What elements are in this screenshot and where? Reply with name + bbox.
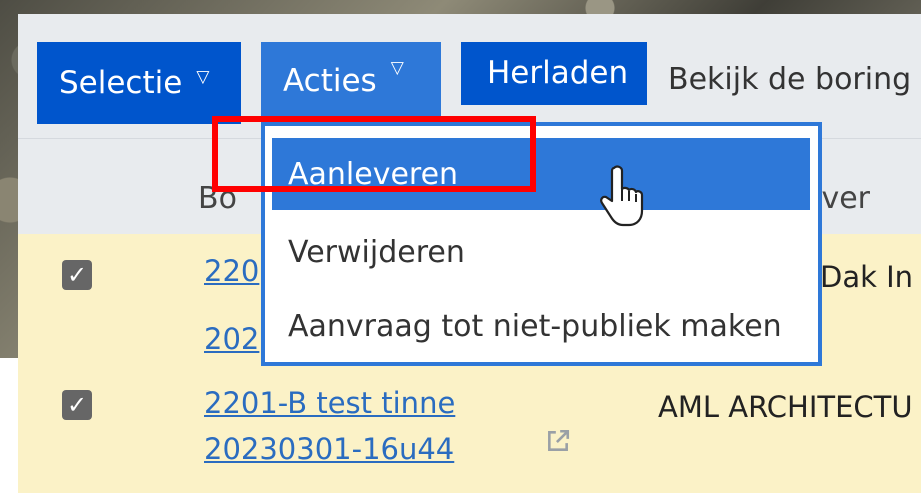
external-link-icon[interactable] bbox=[545, 428, 571, 454]
selectie-label: Selectie bbox=[59, 64, 183, 101]
boring-link[interactable]: 2201-B test tinne 20230301-16u44 bbox=[204, 380, 455, 472]
app-panel: Selectie ▽ Acties ▽ Herladen Bekijk de b… bbox=[18, 14, 921, 493]
menu-item-verwijderen[interactable]: Verwijderen bbox=[265, 216, 818, 288]
info-text: Bekijk de boring bbox=[668, 62, 912, 97]
selectie-button[interactable]: Selectie ▽ bbox=[37, 42, 241, 124]
herladen-label: Herladen bbox=[487, 55, 629, 91]
row-leverancier: AML ARCHITECTU bbox=[658, 390, 913, 424]
link-line: 2201-B test tinne bbox=[204, 386, 456, 420]
caret-down-icon: ▽ bbox=[390, 58, 404, 78]
acties-label: Acties bbox=[283, 63, 377, 99]
link-line: 20230301-16u44 bbox=[204, 432, 455, 466]
table-row: ✓ 2201-B test tinne 20230301-16u44 AML A… bbox=[18, 372, 921, 493]
hand-pointer-cursor bbox=[600, 165, 644, 227]
herladen-button[interactable]: Herladen bbox=[461, 42, 647, 105]
menu-item-niet-publiek[interactable]: Aanvraag tot niet-publiek maken bbox=[265, 290, 818, 362]
caret-down-icon: ▽ bbox=[196, 66, 210, 87]
link-line: 202 bbox=[204, 322, 260, 356]
link-line: 220 bbox=[204, 254, 260, 288]
row-leverancier: Dak In bbox=[820, 260, 914, 294]
row-checkbox[interactable]: ✓ bbox=[62, 390, 92, 420]
boring-link[interactable]: 220 202 bbox=[204, 248, 259, 362]
row-checkbox[interactable]: ✓ bbox=[62, 260, 92, 290]
highlight-annotation-box bbox=[212, 116, 536, 192]
